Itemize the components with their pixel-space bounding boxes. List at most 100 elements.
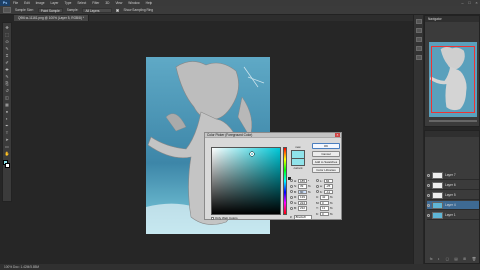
layers-panel-header[interactable] xyxy=(425,131,479,137)
red-input[interactable]: 139 xyxy=(298,195,307,200)
menu-view[interactable]: View xyxy=(112,1,125,5)
lasso-icon[interactable]: ʘ xyxy=(3,38,11,44)
history-brush-icon[interactable]: ↺ xyxy=(3,87,11,93)
red-radio[interactable] xyxy=(290,195,293,199)
magenta-input[interactable]: 0 xyxy=(320,200,329,205)
green-input[interactable]: 224 xyxy=(298,200,307,205)
hue-input[interactable]: 185 xyxy=(298,178,307,183)
saturation-input[interactable]: 39 xyxy=(298,184,307,189)
pen-icon[interactable]: ✒ xyxy=(3,122,11,128)
menu-help[interactable]: Help xyxy=(143,1,156,5)
new-group-icon[interactable]: ⊞ xyxy=(463,257,466,262)
a-channel-input[interactable]: -25 xyxy=(324,184,333,189)
sample-select[interactable]: All Layers xyxy=(82,7,113,13)
background-color-swatch[interactable] xyxy=(5,163,10,168)
saturation-radio[interactable] xyxy=(290,184,293,188)
shape-icon[interactable]: ▭ xyxy=(3,143,11,149)
cancel-button[interactable]: Cancel xyxy=(312,151,340,157)
visibility-eye-icon[interactable] xyxy=(427,183,430,187)
lightness-radio[interactable] xyxy=(316,179,319,183)
adjustment-icon[interactable]: ▤ xyxy=(454,257,457,262)
hex-input[interactable]: 8be0e8 xyxy=(293,215,312,220)
layer-row[interactable]: Layer 4 xyxy=(427,201,479,210)
add-to-swatches-button[interactable]: Add to Swatches xyxy=(312,159,340,165)
path-select-icon[interactable]: ➤ xyxy=(3,136,11,142)
history-panel-icon[interactable] xyxy=(415,19,422,24)
move-icon[interactable]: ✥ xyxy=(3,24,11,30)
saturation-unit: % xyxy=(308,184,311,189)
hue-radio[interactable] xyxy=(290,179,293,183)
actions-panel-icon[interactable] xyxy=(415,28,422,33)
layer-name: Layer 5 xyxy=(445,193,456,197)
menu-filter[interactable]: Filter xyxy=(89,1,102,5)
eyedropper-icon[interactable]: ✐ xyxy=(3,59,11,65)
color-libraries-button[interactable]: Color Libraries xyxy=(312,167,340,173)
navigator-thumbnail[interactable] xyxy=(429,42,477,117)
a-channel-radio[interactable] xyxy=(316,184,319,188)
brushes-panel-icon[interactable] xyxy=(415,46,422,51)
color-picker-dialog: Color Picker (Foreground Color) × new cu… xyxy=(204,132,342,220)
document-tab[interactable]: Q9I6.w-11161.png @ 100% (Layer 5, RGB/8)… xyxy=(14,15,90,21)
green-radio[interactable] xyxy=(290,201,293,205)
navigator-zoom-slider[interactable] xyxy=(429,120,477,122)
eraser-icon[interactable]: ◫ xyxy=(3,94,11,100)
menu-file[interactable]: File xyxy=(10,1,21,5)
crop-icon[interactable]: ⌗ xyxy=(3,52,11,58)
healing-icon[interactable]: ✚ xyxy=(3,66,11,72)
swatches-panel-icon[interactable] xyxy=(415,37,422,42)
visibility-eye-icon[interactable] xyxy=(427,213,430,217)
b-channel-input[interactable]: -11 xyxy=(324,189,333,194)
show-sampling-ring-checkbox[interactable] xyxy=(116,8,120,12)
marquee-icon[interactable]: ⬚ xyxy=(3,31,11,37)
menu-type[interactable]: Type xyxy=(61,1,74,5)
only-web-colors-checkbox[interactable] xyxy=(211,216,214,220)
menu-select[interactable]: Select xyxy=(74,1,89,5)
color-field-cursor[interactable] xyxy=(250,152,254,156)
ok-button[interactable]: OK xyxy=(312,143,340,149)
hue-slider[interactable] xyxy=(283,147,287,215)
layer-row[interactable]: Layer 1 xyxy=(427,211,479,220)
character-panel-icon[interactable] xyxy=(415,55,422,60)
layer-row[interactable]: Layer 5 xyxy=(427,191,479,200)
cyan-input[interactable]: 42 xyxy=(320,195,329,200)
layer-thumbnail xyxy=(432,191,443,199)
menu-layer[interactable]: Layer xyxy=(48,1,62,5)
type-icon[interactable]: T xyxy=(3,129,11,135)
blur-icon[interactable]: ● xyxy=(3,108,11,114)
menu-image[interactable]: Image xyxy=(33,1,48,5)
brightness-radio[interactable] xyxy=(290,190,293,194)
lightness-input[interactable]: 84 xyxy=(324,178,333,183)
close-icon[interactable]: × xyxy=(335,133,340,137)
current-color-preview[interactable] xyxy=(291,158,305,166)
blue-radio[interactable] xyxy=(290,206,293,210)
mask-icon[interactable]: ▢ xyxy=(446,257,449,262)
b-channel-radio[interactable] xyxy=(316,190,319,194)
menu-3d[interactable]: 3D xyxy=(102,1,112,5)
fx-icon[interactable]: ◐ xyxy=(438,257,440,262)
visibility-eye-icon[interactable] xyxy=(427,193,430,197)
layer-row[interactable]: Layer 6 xyxy=(427,181,479,190)
menu-edit[interactable]: Edit xyxy=(21,1,33,5)
stamp-icon[interactable]: ⎘ xyxy=(3,80,11,86)
gradient-icon[interactable]: ▦ xyxy=(3,101,11,107)
brightness-input[interactable]: 90 xyxy=(298,189,307,194)
visibility-eye-icon[interactable] xyxy=(427,173,430,177)
brush-icon[interactable]: ✎ xyxy=(3,73,11,79)
navigator-view-box[interactable] xyxy=(431,46,475,113)
current-color-label: current xyxy=(293,166,303,170)
hand-icon[interactable]: ✋ xyxy=(3,150,11,156)
saturation-brightness-field[interactable] xyxy=(211,147,281,215)
link-layers-icon[interactable]: fx xyxy=(430,257,433,262)
dodge-icon[interactable]: ◐ xyxy=(3,115,11,121)
menu-window[interactable]: Window xyxy=(125,1,142,5)
quick-select-icon[interactable]: ✎ xyxy=(3,45,11,51)
yellow-input[interactable]: 11 xyxy=(320,206,329,211)
navigator-title[interactable]: Navigator xyxy=(425,16,479,22)
black-input[interactable]: 0 xyxy=(320,211,329,216)
sample-size-select[interactable]: Point Sample xyxy=(37,7,63,13)
layer-row[interactable]: Layer 7 xyxy=(427,171,479,180)
eyedropper-tool-icon[interactable] xyxy=(3,7,11,13)
delete-icon[interactable]: 🗑 xyxy=(472,257,477,262)
blue-input[interactable]: 232 xyxy=(298,206,307,211)
visibility-eye-icon[interactable] xyxy=(427,203,430,207)
